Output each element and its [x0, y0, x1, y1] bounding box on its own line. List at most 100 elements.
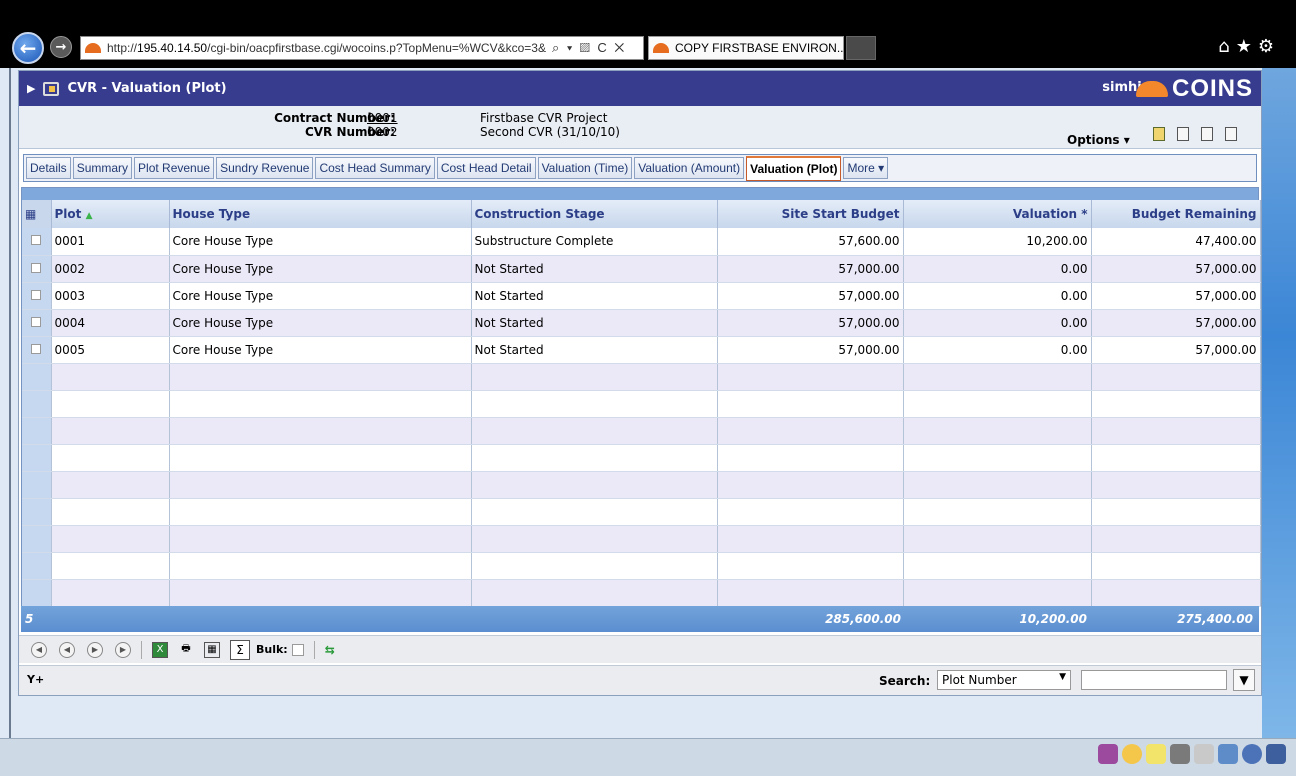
column-header-budget-remaining[interactable]: Budget Remaining: [1091, 200, 1261, 228]
previous-page-icon[interactable]: ◀: [59, 641, 75, 658]
house-type-cell[interactable]: Core House Type: [169, 336, 472, 364]
tools-icon[interactable]: [1194, 744, 1214, 764]
tab-valuation-time[interactable]: Valuation (Time): [537, 157, 633, 179]
table-row[interactable]: 0004 Core House Type Not Started 57,000.…: [22, 309, 1261, 337]
row-select[interactable]: [22, 309, 52, 337]
plot-cell[interactable]: 0005: [51, 336, 170, 364]
house-type-cell[interactable]: Core House Type: [169, 255, 472, 283]
refresh-icon[interactable]: ⇆: [325, 643, 335, 657]
house-type-cell[interactable]: Core House Type: [169, 309, 472, 337]
document-icon[interactable]: [1177, 127, 1189, 141]
construction-stage-cell[interactable]: Not Started: [471, 255, 718, 283]
report-icon[interactable]: [1201, 127, 1213, 141]
valuation-cell[interactable]: 0.00: [903, 282, 1092, 310]
bulk-checkbox[interactable]: [291, 643, 304, 656]
tab-summary[interactable]: Summary: [72, 157, 133, 179]
row-checkbox[interactable]: [31, 343, 42, 354]
row-select[interactable]: [22, 228, 52, 256]
smiley-icon[interactable]: [1122, 744, 1142, 764]
table-row[interactable]: 0001 Core House Type Substructure Comple…: [22, 228, 1261, 256]
tab-plot-revenue[interactable]: Plot Revenue: [134, 157, 215, 179]
toolbar-divider: [313, 640, 315, 659]
column-header-site-start-budget[interactable]: Site Start Budget: [717, 200, 904, 228]
new-tab-button[interactable]: [846, 36, 876, 60]
exit-icon[interactable]: [1266, 744, 1286, 764]
row-checkbox[interactable]: [31, 262, 42, 273]
tab-cost-head-summary[interactable]: Cost Head Summary: [315, 157, 435, 179]
grid-toolbar: ◀ ◀ ▶ ▶ X 🖶 ▦ Σ Bulk: ⇆: [19, 635, 1261, 663]
print-icon[interactable]: [1225, 127, 1237, 141]
browser-tab[interactable]: COPY FIRSTBASE ENVIRON... ✕: [648, 36, 863, 60]
row-select[interactable]: [22, 255, 52, 283]
plot-cell[interactable]: 0004: [51, 309, 170, 337]
search-input[interactable]: [1081, 670, 1227, 690]
notes-icon[interactable]: [1153, 127, 1165, 141]
site-start-budget-cell: 57,000.00: [717, 282, 904, 310]
tab-details[interactable]: Details: [26, 157, 71, 179]
construction-stage-cell[interactable]: Not Started: [471, 282, 718, 310]
valuation-cell[interactable]: 0.00: [903, 309, 1092, 337]
expand-arrow-icon[interactable]: ▶: [27, 82, 35, 95]
filter-icon[interactable]: ▼: [1233, 669, 1255, 691]
contract-number-value[interactable]: 0001: [367, 111, 398, 125]
back-button[interactable]: ←: [12, 32, 44, 64]
forward-button[interactable]: →: [50, 36, 72, 58]
house-type-cell[interactable]: Core House Type: [169, 282, 472, 310]
construction-stage-cell[interactable]: Substructure Complete: [471, 228, 718, 256]
table-row[interactable]: 0005 Core House Type Not Started 57,000.…: [22, 336, 1261, 364]
plot-cell[interactable]: 0003: [51, 282, 170, 310]
plot-cell[interactable]: 0002: [51, 255, 170, 283]
select-all-header[interactable]: ▦: [22, 200, 52, 228]
search-field-select[interactable]: Plot Number ▼: [937, 670, 1071, 690]
valuation-grid: ▦ Plot ▲ House Type Construction Stage S…: [21, 187, 1261, 630]
last-page-icon[interactable]: ▶: [115, 641, 131, 658]
home-favorites-settings-icons[interactable]: ⌂★⚙: [1218, 36, 1280, 57]
table-row[interactable]: 0002 Core House Type Not Started 57,000.…: [22, 255, 1261, 283]
column-header-construction-stage[interactable]: Construction Stage: [471, 200, 718, 228]
tab-more[interactable]: More ▾: [843, 157, 889, 179]
column-header-house-type[interactable]: House Type: [169, 200, 472, 228]
row-checkbox[interactable]: [31, 235, 42, 246]
books-icon[interactable]: [1098, 744, 1118, 764]
valuation-cell[interactable]: 10,200.00: [903, 228, 1092, 256]
empty-row: [22, 552, 1261, 580]
printer-icon[interactable]: 🖶: [178, 642, 194, 658]
construction-stage-cell[interactable]: Not Started: [471, 309, 718, 337]
valuation-cell[interactable]: 0.00: [903, 336, 1092, 364]
empty-row: [22, 390, 1261, 418]
row-select[interactable]: [22, 282, 52, 310]
tab-valuation-amount[interactable]: Valuation (Amount): [634, 157, 745, 179]
grid-top-strip: [22, 188, 1258, 200]
budget-remaining-cell: 57,000.00: [1091, 336, 1261, 364]
row-checkbox[interactable]: [31, 289, 42, 300]
house-type-cell[interactable]: Core House Type: [169, 228, 472, 256]
column-header-valuation[interactable]: Valuation *: [903, 200, 1092, 228]
valuation-cell[interactable]: 0.00: [903, 255, 1092, 283]
star-icon[interactable]: [1146, 744, 1166, 764]
add-filter-icon[interactable]: Y+: [27, 673, 44, 686]
calculator-icon[interactable]: ▦: [204, 641, 220, 658]
options-menu[interactable]: Options ▾: [1067, 133, 1130, 147]
row-select[interactable]: [22, 336, 52, 364]
excel-export-icon[interactable]: X: [152, 641, 168, 658]
page-title: CVR - Valuation (Plot): [67, 81, 227, 96]
tab-sundry-revenue[interactable]: Sundry Revenue: [216, 157, 314, 179]
next-page-icon[interactable]: ▶: [87, 641, 103, 658]
row-checkbox[interactable]: [31, 316, 42, 327]
document-edit-icon[interactable]: [1218, 744, 1238, 764]
help-icon[interactable]: [1242, 744, 1262, 764]
address-controls-icon[interactable]: ⌕ ▾ ▨ C ✕: [552, 40, 626, 56]
address-bar[interactable]: http://195.40.14.50/cgi-bin/oacpfirstbas…: [80, 36, 644, 60]
plot-cell[interactable]: 0001: [51, 228, 170, 256]
budget-remaining-cell: 57,000.00: [1091, 255, 1261, 283]
tab-valuation-plot[interactable]: Valuation (Plot): [746, 155, 842, 181]
tab-cost-head-detail[interactable]: Cost Head Detail: [436, 157, 536, 179]
construction-stage-cell[interactable]: Not Started: [471, 336, 718, 364]
grid-menu-icon[interactable]: ▦: [25, 207, 36, 221]
transfer-icon[interactable]: [1170, 744, 1190, 764]
column-header-plot[interactable]: Plot ▲: [51, 200, 170, 228]
sigma-totals-button[interactable]: Σ: [230, 639, 250, 660]
budget-remaining-cell: 57,000.00: [1091, 309, 1261, 337]
table-row[interactable]: 0003 Core House Type Not Started 57,000.…: [22, 282, 1261, 310]
first-page-icon[interactable]: ◀: [31, 641, 47, 658]
